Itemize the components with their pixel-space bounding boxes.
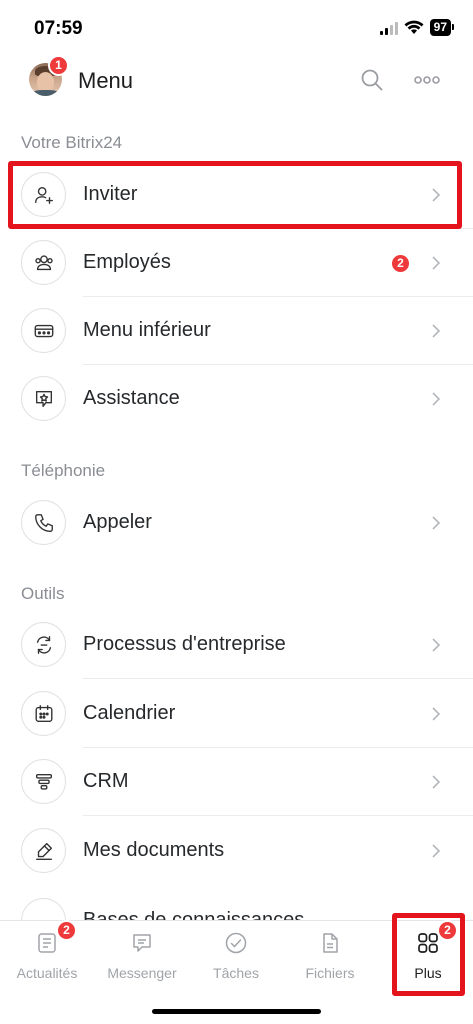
battery-indicator: 97 <box>429 19 455 36</box>
menu-item-label: Appeler <box>83 511 152 533</box>
employes-count-badge: 2 <box>390 253 411 274</box>
chevron-right-icon <box>432 188 441 202</box>
chevron-right-icon <box>432 324 441 338</box>
tab-label: Actualités <box>16 965 78 981</box>
calendar-icon <box>21 691 66 736</box>
status-bar: 07:59 97 <box>0 0 473 50</box>
header: 1 Menu <box>0 55 473 106</box>
section-label-telephonie: Téléphonie <box>21 461 106 480</box>
users-icon <box>21 240 66 285</box>
section-label-bitrix24: Votre Bitrix24 <box>21 133 123 152</box>
menu-item-inviter[interactable]: Inviter <box>0 161 473 229</box>
menu-item-appeler[interactable]: Appeler <box>0 489 473 557</box>
crm-funnel-icon <box>21 759 66 804</box>
chevron-right-icon <box>432 844 441 858</box>
highlight-frame-plus <box>392 913 465 996</box>
news-icon <box>38 933 56 953</box>
status-icons: 97 <box>379 19 455 36</box>
menu-item-calendrier[interactable]: Calendrier <box>0 680 473 748</box>
menu-item-processus[interactable]: Processus d'entreprise <box>0 611 473 679</box>
menu-item-crm[interactable]: CRM <box>0 748 473 816</box>
menu-item-label: CRM <box>83 770 129 792</box>
tab-label: Tâches <box>213 965 259 981</box>
tab-messenger[interactable]: Messenger <box>95 921 189 991</box>
menu-item-label: Bases de connaissances <box>83 909 305 920</box>
menu-item-label: Assistance <box>83 387 180 409</box>
menu-item-label: Mes documents <box>83 839 225 861</box>
wifi-icon <box>404 20 424 34</box>
menu-item-menu-inferieur[interactable]: Menu inférieur <box>0 297 473 365</box>
phone-icon <box>21 500 66 545</box>
support-star-icon <box>21 376 66 421</box>
menu-item-label: Calendrier <box>83 702 176 724</box>
chevron-right-icon <box>432 775 441 789</box>
chevron-right-icon <box>432 516 441 530</box>
menu-item-employes[interactable]: Employés 2 <box>0 229 473 297</box>
user-plus-icon <box>21 172 66 217</box>
chevron-right-icon <box>432 256 441 270</box>
home-indicator[interactable] <box>152 1009 321 1014</box>
search-icon[interactable] <box>360 68 384 92</box>
tab-actualites[interactable]: 2 Actualités <box>0 920 94 991</box>
chevron-right-icon <box>432 707 441 721</box>
actualites-badge: 2 <box>56 920 77 941</box>
menu-item-label: Employés <box>83 251 171 273</box>
cellular-signal-icon <box>379 21 398 35</box>
avatar-notification-badge: 1 <box>48 55 69 76</box>
menu-item-assistance[interactable]: Assistance <box>0 365 473 433</box>
menu-item-label: Inviter <box>83 183 138 205</box>
chevron-right-icon <box>432 638 441 652</box>
menu-bar-icon <box>21 308 66 353</box>
tab-label: Fichiers <box>305 965 355 981</box>
tab-taches[interactable]: Tâches <box>189 921 283 991</box>
tab-label: Messenger <box>107 965 177 981</box>
page-title: Menu <box>78 68 134 93</box>
chat-icon <box>133 934 151 952</box>
menu-item-mes-documents[interactable]: Mes documents <box>0 817 473 885</box>
menu-item-label: Menu inférieur <box>83 319 211 341</box>
pen-icon <box>21 828 66 873</box>
file-icon <box>323 933 338 953</box>
chevron-right-icon <box>432 392 441 406</box>
check-circle-icon <box>225 932 247 954</box>
knowledge-icon <box>21 898 66 920</box>
status-time: 07:59 <box>34 18 83 39</box>
tab-fichiers[interactable]: Fichiers <box>283 921 377 991</box>
section-label-outils: Outils <box>21 584 65 603</box>
more-icon[interactable] <box>413 72 441 88</box>
workflow-icon <box>21 622 66 667</box>
menu-item-label: Processus d'entreprise <box>83 633 286 655</box>
